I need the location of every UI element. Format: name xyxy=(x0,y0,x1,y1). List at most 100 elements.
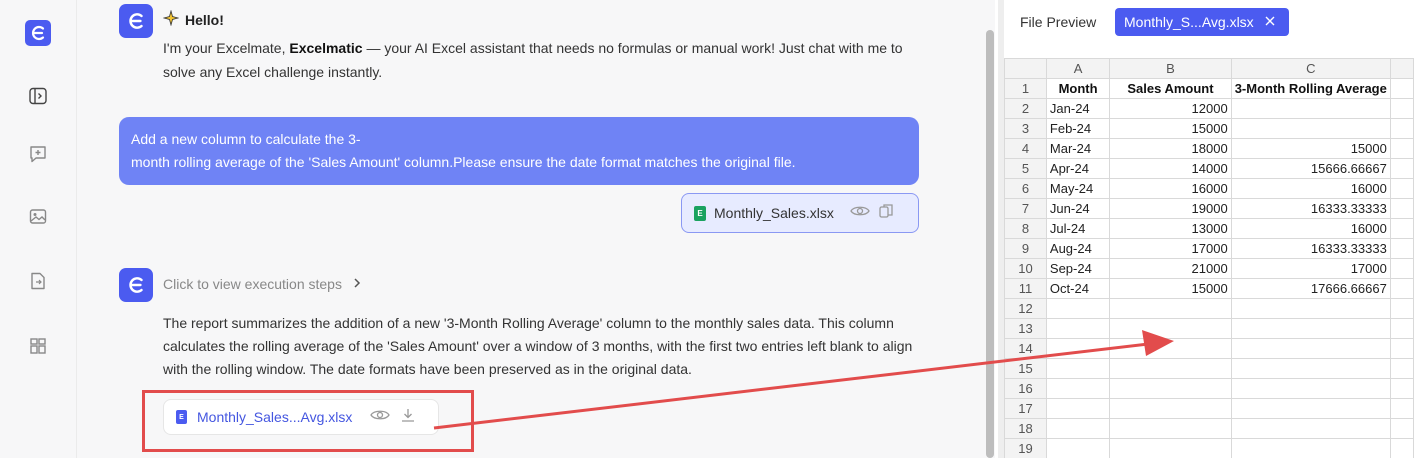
eye-icon[interactable] xyxy=(850,204,870,223)
new-chat-icon[interactable] xyxy=(25,141,51,167)
cell[interactable]: Jul-24 xyxy=(1045,218,1111,239)
cell[interactable] xyxy=(1230,438,1391,458)
cell[interactable]: 15000 xyxy=(1230,138,1391,159)
cell[interactable] xyxy=(1389,118,1414,139)
row-number[interactable]: 1 xyxy=(1004,78,1047,99)
cell[interactable] xyxy=(1045,358,1111,379)
cell[interactable]: 14000 xyxy=(1109,158,1232,179)
cell[interactable]: 17000 xyxy=(1109,238,1232,259)
cell[interactable]: 16333.33333 xyxy=(1230,198,1391,219)
cell[interactable]: 16333.33333 xyxy=(1230,238,1391,259)
cell[interactable] xyxy=(1389,398,1414,419)
attachment-chip[interactable]: E Monthly_Sales.xlsx xyxy=(681,193,919,233)
column-header[interactable]: A xyxy=(1045,58,1111,79)
row-number[interactable]: 4 xyxy=(1004,138,1047,159)
copy-icon[interactable] xyxy=(878,203,894,224)
image-icon[interactable] xyxy=(25,204,51,230)
spreadsheet-grid[interactable]: A B C 1 Month Sales Amount 3-Month Rolling … xyxy=(1004,58,1414,458)
close-icon[interactable] xyxy=(1264,14,1276,30)
cell[interactable]: Feb-24 xyxy=(1045,118,1111,139)
cell[interactable]: 18000 xyxy=(1109,138,1232,159)
column-header[interactable] xyxy=(1389,58,1414,79)
cell[interactable] xyxy=(1389,238,1414,259)
cell[interactable]: Jun-24 xyxy=(1045,198,1111,219)
column-header[interactable]: B xyxy=(1109,58,1232,79)
cell[interactable] xyxy=(1045,298,1111,319)
cell[interactable] xyxy=(1230,358,1391,379)
cell[interactable]: Jan-24 xyxy=(1045,98,1111,119)
cell[interactable] xyxy=(1389,158,1414,179)
cell[interactable] xyxy=(1109,418,1232,439)
cell[interactable] xyxy=(1230,338,1391,359)
row-number[interactable]: 9 xyxy=(1004,238,1047,259)
cell[interactable]: 12000 xyxy=(1109,98,1232,119)
cell[interactable] xyxy=(1230,418,1391,439)
cell[interactable] xyxy=(1389,218,1414,239)
row-number[interactable]: 2 xyxy=(1004,98,1047,119)
cell[interactable]: May-24 xyxy=(1045,178,1111,199)
cell[interactable]: Month xyxy=(1045,78,1111,99)
row-number[interactable]: 13 xyxy=(1004,318,1047,339)
cell[interactable]: 3-Month Rolling Average xyxy=(1230,78,1391,99)
cell[interactable] xyxy=(1109,358,1232,379)
cell[interactable]: 21000 xyxy=(1109,258,1232,279)
cell[interactable] xyxy=(1109,438,1232,458)
row-number[interactable]: 12 xyxy=(1004,298,1047,319)
cell[interactable]: 13000 xyxy=(1109,218,1232,239)
cell[interactable] xyxy=(1045,318,1111,339)
cell[interactable] xyxy=(1389,318,1414,339)
cell[interactable] xyxy=(1389,78,1414,99)
cell[interactable]: 16000 xyxy=(1109,178,1232,199)
cell[interactable] xyxy=(1045,378,1111,399)
row-number[interactable]: 5 xyxy=(1004,158,1047,179)
cell[interactable]: 19000 xyxy=(1109,198,1232,219)
cell[interactable]: 15666.66667 xyxy=(1230,158,1391,179)
cell[interactable] xyxy=(1389,298,1414,319)
cell[interactable] xyxy=(1230,378,1391,399)
cell[interactable] xyxy=(1389,378,1414,399)
row-number[interactable]: 15 xyxy=(1004,358,1047,379)
cell[interactable] xyxy=(1109,298,1232,319)
preview-file-tab[interactable]: Monthly_S...Avg.xlsx xyxy=(1115,8,1289,36)
cell[interactable] xyxy=(1045,398,1111,419)
row-number[interactable]: 6 xyxy=(1004,178,1047,199)
cell[interactable] xyxy=(1389,178,1414,199)
scrollbar-thumb[interactable] xyxy=(986,30,994,458)
row-number[interactable]: 19 xyxy=(1004,438,1047,458)
execution-steps-toggle[interactable]: Click to view execution steps xyxy=(163,276,362,292)
row-number[interactable]: 14 xyxy=(1004,338,1047,359)
sidebar-toggle-icon[interactable] xyxy=(25,83,51,109)
row-number[interactable]: 10 xyxy=(1004,258,1047,279)
cell[interactable] xyxy=(1389,198,1414,219)
cell[interactable] xyxy=(1389,138,1414,159)
column-header[interactable]: C xyxy=(1230,58,1391,79)
cell[interactable] xyxy=(1109,378,1232,399)
cell[interactable] xyxy=(1389,358,1414,379)
cell[interactable] xyxy=(1389,278,1414,299)
row-number[interactable]: 18 xyxy=(1004,418,1047,439)
cell[interactable] xyxy=(1045,438,1111,458)
cell[interactable]: 17000 xyxy=(1230,258,1391,279)
row-number[interactable]: 11 xyxy=(1004,278,1047,299)
cell[interactable] xyxy=(1045,418,1111,439)
cell[interactable] xyxy=(1389,438,1414,458)
row-number[interactable]: 16 xyxy=(1004,378,1047,399)
cell[interactable] xyxy=(1230,98,1391,119)
cell[interactable] xyxy=(1389,338,1414,359)
cell[interactable]: Sep-24 xyxy=(1045,258,1111,279)
cell[interactable] xyxy=(1109,398,1232,419)
cell[interactable]: 16000 xyxy=(1230,178,1391,199)
cell[interactable]: Mar-24 xyxy=(1045,138,1111,159)
cell[interactable]: 17666.66667 xyxy=(1230,278,1391,299)
cell[interactable]: Aug-24 xyxy=(1045,238,1111,259)
cell[interactable] xyxy=(1230,318,1391,339)
file-icon[interactable] xyxy=(25,268,51,294)
row-number[interactable]: 7 xyxy=(1004,198,1047,219)
cell[interactable] xyxy=(1230,398,1391,419)
cell[interactable] xyxy=(1389,258,1414,279)
apps-icon[interactable] xyxy=(25,333,51,359)
cell[interactable]: 15000 xyxy=(1109,118,1232,139)
cell[interactable] xyxy=(1230,118,1391,139)
corner-cell[interactable] xyxy=(1004,58,1047,79)
cell[interactable]: 15000 xyxy=(1109,278,1232,299)
